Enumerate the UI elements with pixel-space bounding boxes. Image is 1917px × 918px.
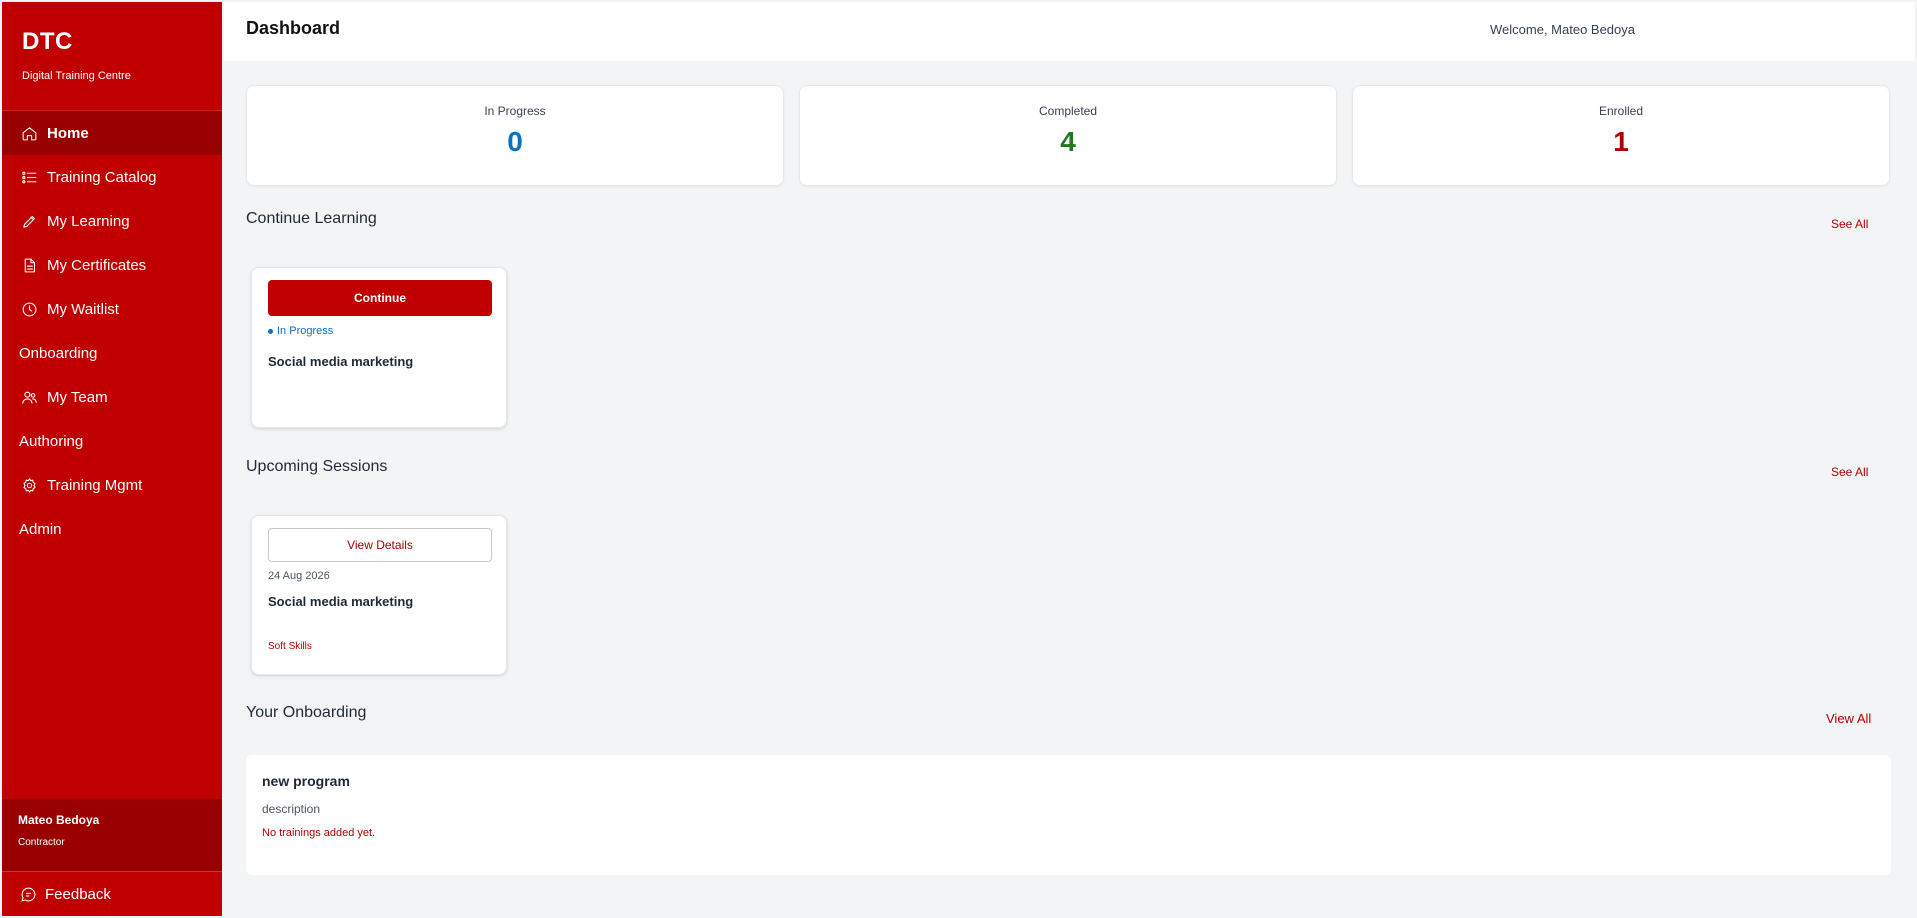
sidebar: DTC Digital Training Centre Home Trainin…: [2, 2, 222, 916]
view-all-onboarding-link[interactable]: View All: [1826, 711, 1871, 726]
sidebar-item-label: Training Catalog: [47, 168, 157, 186]
stat-label: In Progress: [484, 104, 546, 118]
course-title: Social media marketing: [268, 354, 414, 369]
users-icon: [20, 388, 38, 406]
sidebar-item-label: Authoring: [19, 432, 84, 450]
stat-card-completed: Completed 4: [799, 85, 1337, 186]
list-icon: [20, 168, 38, 186]
feedback-label: Feedback: [45, 885, 111, 903]
brand-title: DTC: [22, 28, 73, 55]
clock-icon: [20, 300, 38, 318]
sidebar-item-authoring[interactable]: Authoring: [2, 419, 222, 463]
sidebar-item-label: Home: [47, 124, 89, 142]
top-header: Dashboard Welcome, Mateo Bedoya: [224, 2, 1915, 61]
welcome-message: Welcome, Mateo Bedoya: [1490, 22, 1635, 37]
continue-learning-card: Continue In Progress Social media market…: [251, 267, 507, 428]
gear-icon: [20, 476, 38, 494]
pencil-icon: [20, 212, 38, 230]
status-dot-icon: [268, 328, 273, 334]
view-details-button[interactable]: View Details: [268, 528, 492, 562]
sidebar-item-home[interactable]: Home: [2, 111, 222, 155]
stat-value: 1: [1613, 126, 1629, 157]
sidebar-item-my-learning[interactable]: My Learning: [2, 199, 222, 243]
sidebar-item-label: Onboarding: [19, 344, 98, 362]
program-description: description: [262, 802, 321, 816]
sidebar-item-label: Admin: [19, 520, 62, 538]
see-all-upcoming-sessions-link[interactable]: See All: [1831, 465, 1868, 479]
sidebar-item-my-team[interactable]: My Team: [2, 375, 222, 419]
session-date: 24 Aug 2026: [268, 570, 330, 582]
home-icon: [20, 124, 38, 142]
session-title: Social media marketing: [268, 594, 414, 609]
see-all-continue-learning-link[interactable]: See All: [1831, 217, 1868, 231]
status-text: In Progress: [277, 325, 334, 337]
status-badge: In Progress: [268, 325, 333, 337]
sidebar-item-my-waitlist[interactable]: My Waitlist: [2, 287, 222, 331]
stat-value: 0: [507, 126, 523, 157]
program-title: new program: [262, 773, 350, 789]
category-tag: Soft Skills: [268, 641, 312, 652]
sidebar-item-label: My Waitlist: [47, 300, 119, 318]
empty-state-message: No trainings added yet.: [262, 827, 376, 839]
user-role: Contractor: [18, 837, 65, 848]
sidebar-item-label: My Team: [47, 388, 108, 406]
continue-button[interactable]: Continue: [268, 280, 492, 316]
stat-card-in-progress: In Progress 0: [246, 85, 784, 186]
section-title-upcoming-sessions: Upcoming Sessions: [246, 458, 388, 475]
sidebar-item-admin[interactable]: Admin: [2, 507, 222, 551]
section-title-continue-learning: Continue Learning: [246, 210, 377, 227]
user-profile[interactable]: Mateo Bedoya Contractor: [2, 799, 222, 871]
sidebar-item-label: My Certificates: [47, 256, 147, 274]
feedback-button[interactable]: Feedback: [2, 871, 222, 916]
page-title: Dashboard: [246, 18, 341, 38]
document-icon: [20, 256, 38, 274]
stat-value: 4: [1060, 126, 1076, 157]
brand: DTC Digital Training Centre: [2, 2, 222, 111]
sidebar-item-label: My Learning: [47, 212, 130, 230]
sidebar-item-my-certificates[interactable]: My Certificates: [2, 243, 222, 287]
section-title-your-onboarding: Your Onboarding: [246, 704, 367, 721]
sidebar-nav: Home Training Catalog My Learning My Cer…: [2, 111, 222, 551]
sidebar-item-training-mgmt[interactable]: Training Mgmt: [2, 463, 222, 507]
chat-icon: [20, 886, 45, 903]
onboarding-program-card[interactable]: new program description No trainings add…: [246, 755, 1891, 875]
stat-label: Completed: [1038, 104, 1098, 118]
sidebar-item-onboarding[interactable]: Onboarding: [2, 331, 222, 375]
sidebar-item-training-catalog[interactable]: Training Catalog: [2, 155, 222, 199]
brand-subtitle: Digital Training Centre: [22, 70, 131, 82]
user-name: Mateo Bedoya: [18, 813, 100, 827]
upcoming-session-card: View Details 24 Aug 2026 Social media ma…: [251, 515, 507, 675]
sidebar-item-label: Training Mgmt: [47, 476, 143, 494]
stat-label: Enrolled: [1598, 104, 1644, 118]
stat-card-enrolled: Enrolled 1: [1352, 85, 1890, 186]
